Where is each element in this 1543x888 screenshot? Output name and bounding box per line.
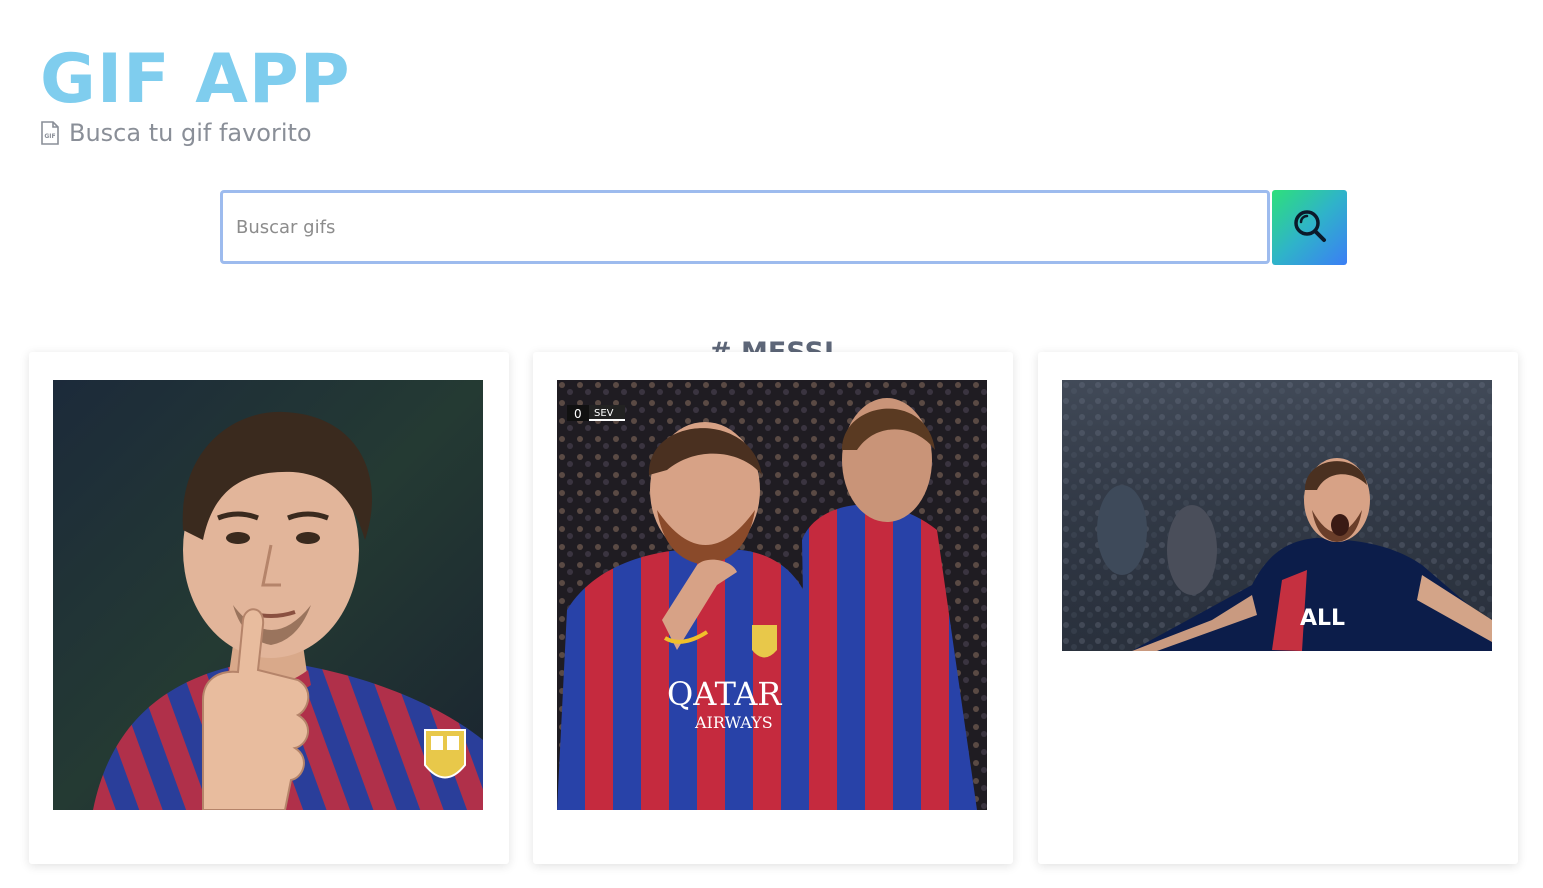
score-value: 0 — [574, 407, 582, 421]
svg-text:GIF: GIF — [44, 133, 55, 140]
app-title: GIF APP — [40, 40, 351, 119]
jersey-sponsor: QATAR — [667, 675, 782, 713]
gif-image[interactable]: ALL — [1062, 380, 1492, 651]
search-input[interactable] — [220, 190, 1270, 264]
gif-card[interactable] — [29, 352, 509, 864]
app-header: GIF APP GIF Busca tu gif favorito — [40, 44, 351, 148]
app-subtitle: GIF Busca tu gif favorito — [40, 118, 351, 148]
gif-image[interactable] — [53, 380, 483, 810]
subtitle-text: Busca tu gif favorito — [69, 119, 312, 147]
jersey-sponsor: ALL — [1300, 606, 1345, 631]
search-form — [220, 190, 1347, 265]
search-icon — [1291, 207, 1329, 248]
jersey-sponsor-2: AIRWAYS — [694, 713, 773, 732]
gif-image[interactable]: 0 SEV QATAR AIRWAYS — [557, 380, 987, 810]
gif-card[interactable]: ALL — [1038, 352, 1518, 864]
search-button[interactable] — [1272, 190, 1347, 265]
score-team: SEV — [594, 408, 614, 419]
gif-file-icon: GIF — [40, 121, 60, 145]
gif-card[interactable]: 0 SEV QATAR AIRWAYS — [533, 352, 1013, 864]
